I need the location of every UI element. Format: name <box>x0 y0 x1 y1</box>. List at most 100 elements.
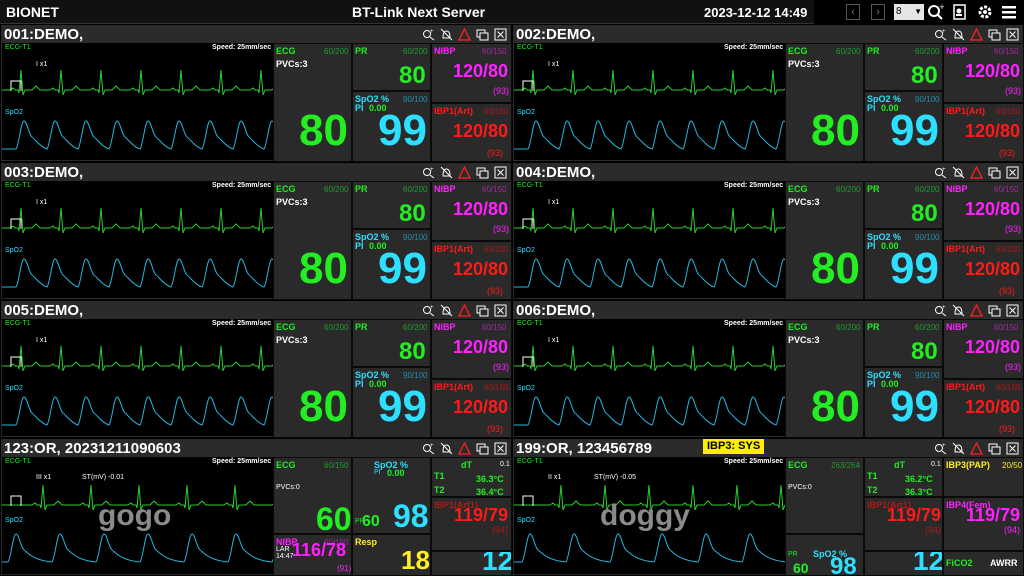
search-add-icon[interactable]: + <box>927 3 945 21</box>
bell-off-icon[interactable] <box>440 304 453 317</box>
ibp1-value: 120/80 <box>453 121 509 141</box>
heart-rate-value: 80 <box>299 382 348 431</box>
dt-value: 0.1 <box>931 461 941 468</box>
pvc-label: PVCs:0 <box>788 484 812 491</box>
bed-header: 004:DEMO, + <box>514 164 1022 181</box>
window-icon[interactable] <box>988 304 1001 317</box>
spo2-cell: SpO2 % 90/100 PI 0.00 99 <box>864 367 943 438</box>
window-icon[interactable] <box>476 442 489 455</box>
alarm-triangle-icon[interactable] <box>458 28 471 41</box>
alarm-triangle-icon[interactable] <box>458 442 471 455</box>
nibp-value: 120/80 <box>453 199 509 219</box>
resp-cell: Resp 18 <box>352 534 431 576</box>
close-icon[interactable] <box>494 166 507 179</box>
window-icon[interactable] <box>476 166 489 179</box>
bed-panel[interactable]: 003:DEMO, + ECG-T1 Speed: 25mm/sec I x1 SpO2 E… <box>1 163 512 300</box>
search-add-icon[interactable]: + <box>422 442 435 455</box>
bell-off-icon[interactable] <box>440 166 453 179</box>
search-add-icon[interactable]: + <box>934 166 947 179</box>
ecg-label: ECG <box>788 46 808 56</box>
waveform-area: ECG-T1 Speed: 25mm/sec I x1 SpO2 <box>2 319 273 438</box>
bell-off-icon[interactable] <box>952 442 965 455</box>
pr-limits: 60/200 <box>915 323 940 332</box>
close-icon[interactable] <box>1006 166 1019 179</box>
ibp1-value: 119/79 <box>887 505 942 525</box>
window-icon[interactable] <box>988 442 1001 455</box>
search-add-icon[interactable]: + <box>934 28 947 41</box>
patient-watermark: doggy <box>600 499 690 532</box>
close-icon[interactable] <box>494 28 507 41</box>
alarm-triangle-icon[interactable] <box>970 28 983 41</box>
close-icon[interactable] <box>494 304 507 317</box>
bell-off-icon[interactable] <box>952 28 965 41</box>
gain-label: I x1 <box>548 61 560 68</box>
gear-icon[interactable] <box>976 3 994 21</box>
close-icon[interactable] <box>1006 304 1019 317</box>
alarm-triangle-icon[interactable] <box>970 304 983 317</box>
spo2-wave-label: SpO2 <box>5 109 23 116</box>
ecg-limits: 60/200 <box>324 185 349 194</box>
menu-icon[interactable] <box>1000 3 1018 21</box>
bed-panel[interactable]: 004:DEMO, + ECG-T1 Speed: 25mm/sec I x1 SpO2 E… <box>513 163 1024 300</box>
close-icon[interactable] <box>494 442 507 455</box>
nibp-value: 120/80 <box>965 61 1021 81</box>
nibp-label: NIBP <box>434 184 456 194</box>
close-icon[interactable] <box>1006 28 1019 41</box>
bed-panel[interactable]: 006:DEMO, + ECG-T1 Speed: 25mm/sec I x1 SpO2 E… <box>513 301 1024 438</box>
speed-label: Speed: 25mm/sec <box>724 182 784 189</box>
bell-off-icon[interactable] <box>952 166 965 179</box>
close-icon[interactable] <box>1006 442 1019 455</box>
bed-panel[interactable]: 002:DEMO, + ECG-T1 Speed: 25mm/sec I x1 SpO2 E… <box>513 25 1024 162</box>
bell-off-icon[interactable] <box>440 442 453 455</box>
ecg-waveform <box>514 69 785 96</box>
window-icon[interactable] <box>988 166 1001 179</box>
search-add-icon[interactable]: + <box>422 304 435 317</box>
chevron-right-icon[interactable]: › <box>871 4 885 20</box>
layout-select[interactable]: 8 ▼ <box>894 4 924 20</box>
window-icon[interactable] <box>988 28 1001 41</box>
spo2-limits: 90/100 <box>915 233 940 242</box>
bed-toolbar: + <box>417 166 507 179</box>
ibp1-value: 120/80 <box>453 397 509 417</box>
nibp-map: (91) <box>337 564 352 573</box>
resp-value: 18 <box>401 545 430 575</box>
alarm-triangle-icon[interactable] <box>970 442 983 455</box>
alarm-triangle-icon[interactable] <box>458 166 471 179</box>
nibp-mode: LAR <box>276 546 290 553</box>
pi-label: PI <box>867 379 876 389</box>
bell-off-icon[interactable] <box>440 28 453 41</box>
ibp2-cell: IBP2(CVP)3/1512 <box>864 551 943 576</box>
bed-name: 123:OR, 20231211090603 <box>4 440 181 457</box>
bed-panel[interactable]: 001:DEMO, + ECG-T1 Speed: 25mm/sec I x1 SpO2 E… <box>1 25 512 162</box>
ecg-limits: 60/200 <box>836 323 861 332</box>
etco2-cell: EtCO23.3/6.6FiCO2AWRR <box>943 551 1024 576</box>
pr-limits: 60/200 <box>915 47 940 56</box>
window-icon[interactable] <box>476 304 489 317</box>
ecg-label: ECG <box>276 322 296 332</box>
parameter-grid: ECG 60/200 PVCs:3 80 PR 60/200 80 SpO2 % 90/100 P… <box>785 319 1024 438</box>
patient-record-icon[interactable] <box>951 3 969 21</box>
pr-cell: PR 60/200 80 <box>864 319 943 367</box>
alarm-triangle-icon[interactable] <box>970 166 983 179</box>
ecg-wave-label: ECG-T1 <box>517 44 543 51</box>
pr-label: PR <box>355 322 368 332</box>
bed-toolbar: + <box>929 304 1019 317</box>
search-add-icon[interactable]: + <box>422 166 435 179</box>
spo2-value: 99 <box>890 382 939 431</box>
bed-name: 001:DEMO, <box>4 26 84 43</box>
waveform-area: ECG-T1 Speed: 25mm/sec I x1 SpO2 <box>2 43 273 162</box>
bell-off-icon[interactable] <box>952 304 965 317</box>
search-add-icon[interactable]: + <box>934 304 947 317</box>
search-add-icon[interactable]: + <box>422 28 435 41</box>
alarm-triangle-icon[interactable] <box>458 304 471 317</box>
search-add-icon[interactable]: + <box>934 442 947 455</box>
pvc-label: PVCs:0 <box>276 484 300 491</box>
bed-panel[interactable]: 199:OR, 123456789 + ECG-T1 Speed: 25mm/sec I… <box>513 439 1024 576</box>
pr-limits: 60/200 <box>403 47 428 56</box>
window-icon[interactable] <box>476 28 489 41</box>
heart-rate-value: 80 <box>811 244 860 293</box>
chevron-left-icon[interactable]: ‹ <box>846 4 860 20</box>
bed-panel[interactable]: 123:OR, 20231211090603 + ECG-T1 Speed: 25mm… <box>1 439 512 576</box>
ibp1-map: (93) <box>487 148 504 158</box>
bed-panel[interactable]: 005:DEMO, + ECG-T1 Speed: 25mm/sec I x1 SpO2 E… <box>1 301 512 438</box>
